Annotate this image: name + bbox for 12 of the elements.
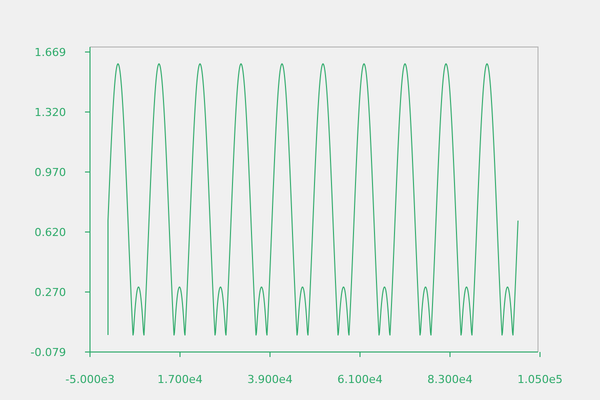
x-tick-label: 1.050e5 <box>517 373 563 386</box>
y-tick-label: 1.320 <box>34 106 66 119</box>
y-tick-label: 0.270 <box>34 286 66 299</box>
y-tick-label: 0.620 <box>34 226 66 239</box>
x-tick-label: 1.700e4 <box>157 373 203 386</box>
y-tick-label: 1.669 <box>34 46 66 59</box>
x-tick-label: -5.000e3 <box>65 373 115 386</box>
x-tick-label: 6.100e4 <box>337 373 383 386</box>
y-tick-label: 0.970 <box>34 166 66 179</box>
y-tick-label: -0.079 <box>30 346 66 359</box>
x-tick-label: 3.900e4 <box>247 373 293 386</box>
x-tick-label: 8.300e4 <box>427 373 473 386</box>
